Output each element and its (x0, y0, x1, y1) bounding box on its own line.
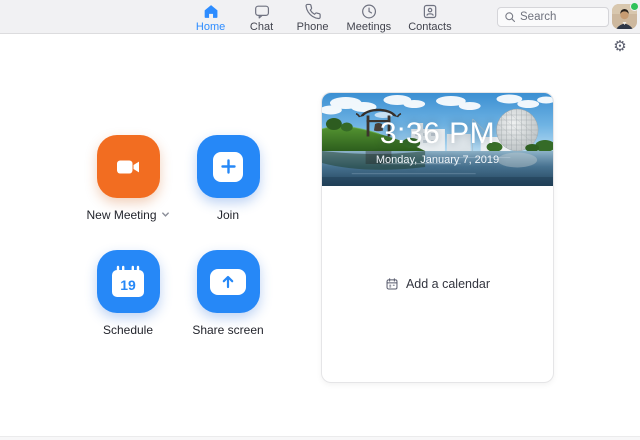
clock-time: 3:36 PM (380, 119, 495, 149)
home-actions: New Meeting Join 19 Schedule (78, 135, 278, 337)
action-label: New Meeting (86, 208, 156, 222)
clock-background-image: 3:36 PM Monday, January 7, 2019 (322, 93, 553, 186)
action-label: Share screen (192, 323, 263, 337)
schedule-button[interactable]: 19 Schedule (78, 250, 178, 337)
clock-icon (360, 3, 377, 20)
search-box (497, 7, 609, 27)
top-bar: Home Chat Phone Meetings Contacts (0, 0, 640, 34)
tab-label: Phone (297, 21, 329, 33)
chevron-down-icon[interactable] (161, 210, 170, 219)
tab-meetings[interactable]: Meetings (347, 3, 392, 33)
clock-calendar-card: 3:36 PM Monday, January 7, 2019 Add a ca… (321, 92, 554, 383)
share-screen-button[interactable]: Share screen (178, 250, 278, 337)
add-calendar-button[interactable]: Add a calendar (385, 277, 490, 291)
chat-icon (253, 3, 270, 20)
tab-label: Chat (250, 21, 273, 33)
schedule-day: 19 (120, 277, 136, 293)
calendar-icon (385, 277, 399, 291)
arrow-up-icon (197, 250, 260, 313)
tab-contacts[interactable]: Contacts (408, 3, 451, 33)
add-calendar-label: Add a calendar (406, 277, 490, 291)
tab-label: Meetings (347, 21, 392, 33)
phone-icon (304, 3, 321, 20)
action-label: Join (217, 208, 239, 222)
tab-phone[interactable]: Phone (296, 3, 330, 33)
new-meeting-button[interactable]: New Meeting (78, 135, 178, 222)
action-label: Schedule (103, 323, 153, 337)
presence-dot (630, 2, 639, 11)
clock-overlay: 3:36 PM Monday, January 7, 2019 (322, 93, 553, 186)
join-button[interactable]: Join (178, 135, 278, 222)
clock-date: Monday, January 7, 2019 (376, 154, 499, 166)
tab-chat[interactable]: Chat (245, 3, 279, 33)
video-camera-icon (97, 135, 160, 198)
tab-label: Home (196, 21, 225, 33)
calendar-19-icon: 19 (97, 250, 160, 313)
contacts-icon (421, 3, 438, 20)
avatar[interactable] (612, 4, 637, 29)
search-input[interactable] (520, 11, 602, 23)
main-nav: Home Chat Phone Meetings Contacts (194, 3, 452, 33)
tab-label: Contacts (408, 21, 451, 33)
settings-gear-icon[interactable]: ⚙ (611, 38, 629, 56)
home-icon (202, 3, 219, 20)
plus-icon (197, 135, 260, 198)
tab-home[interactable]: Home (194, 3, 228, 33)
window-bottom-edge (0, 436, 640, 440)
calendar-panel: Add a calendar (322, 186, 553, 382)
search-icon (504, 11, 516, 23)
